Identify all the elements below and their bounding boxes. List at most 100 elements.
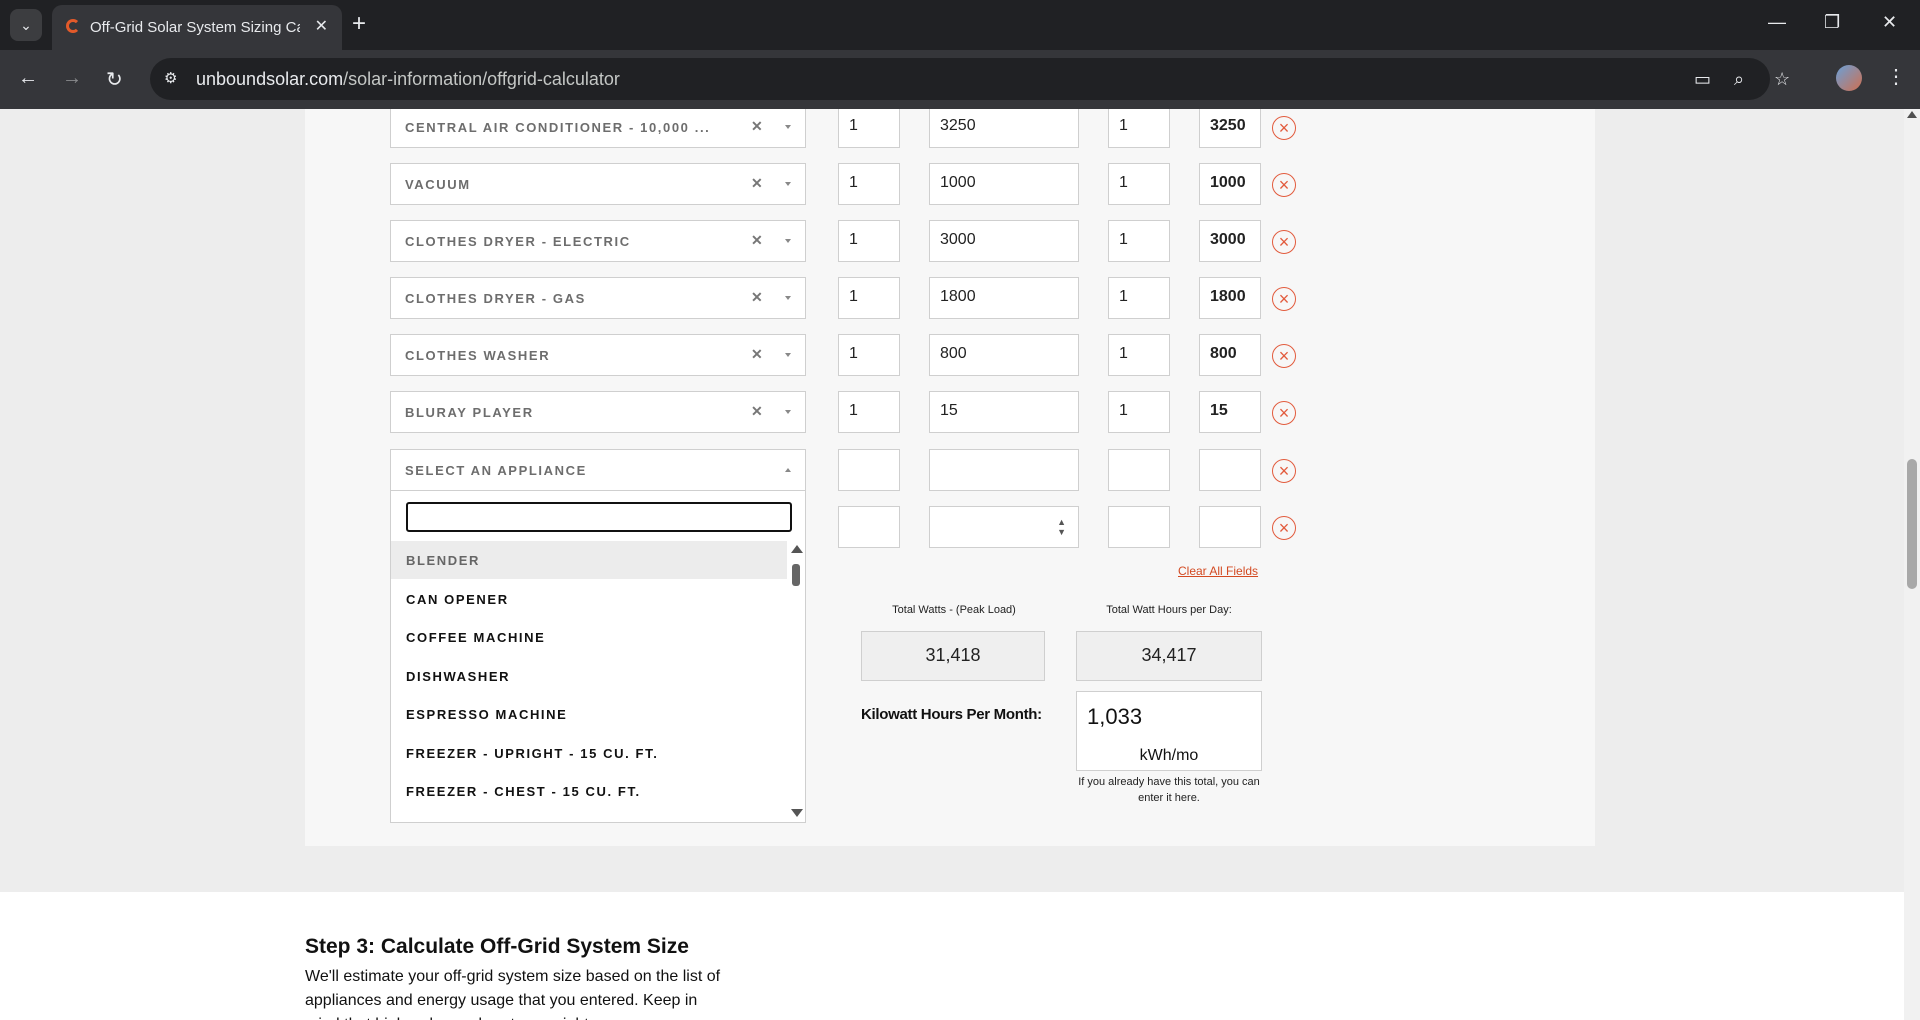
watts-input[interactable]: ▲ ▼ xyxy=(929,506,1079,548)
close-icon[interactable]: ✕ xyxy=(315,16,328,36)
hours-input[interactable]: 1 xyxy=(1108,109,1170,148)
kwh-unit: kWh/mo xyxy=(1139,747,1199,764)
chevron-down-icon xyxy=(785,239,791,243)
watt-hours-input[interactable] xyxy=(1199,506,1261,548)
qty-input[interactable]: 1 xyxy=(838,334,900,376)
remove-row-icon[interactable]: × xyxy=(1272,459,1296,483)
watts-input[interactable] xyxy=(929,449,1079,491)
dropdown-option[interactable]: BLENDER xyxy=(391,541,787,579)
watts-input[interactable]: 1800 xyxy=(929,277,1079,319)
page-scrollbar[interactable] xyxy=(1904,109,1920,1020)
daily-watt-hours-label: Total Watt Hours per Day: xyxy=(1106,604,1232,616)
remove-row-icon[interactable]: × xyxy=(1272,344,1296,368)
bookmark-star-icon[interactable]: ☆ xyxy=(1774,69,1790,90)
kwh-per-month-input[interactable]: 1,033 kWh/mo xyxy=(1076,691,1262,771)
site-info-icon[interactable]: ⚙ xyxy=(164,69,184,89)
appliance-select[interactable]: BLURAY PLAYER ✕ xyxy=(390,391,806,433)
dropdown-option[interactable]: FREEZER - CHEST - 15 CU. FT. xyxy=(391,772,787,810)
remove-row-icon[interactable]: × xyxy=(1272,287,1296,311)
appliance-select[interactable]: CLOTHES WASHER ✕ xyxy=(390,334,806,376)
clear-all-fields-link[interactable]: Clear All Fields xyxy=(1178,564,1258,578)
scroll-thumb[interactable] xyxy=(792,564,800,586)
clear-selection-icon[interactable]: ✕ xyxy=(751,403,763,420)
spinner-icon[interactable]: ▲ ▼ xyxy=(1057,517,1066,537)
minimize-icon[interactable]: — xyxy=(1768,12,1786,33)
dropdown-option[interactable]: FREEZER - UPRIGHT - 15 CU. FT. xyxy=(391,734,787,772)
hours-input[interactable] xyxy=(1108,506,1170,548)
dropdown-option[interactable]: CAN OPENER xyxy=(391,580,787,618)
dropdown-option[interactable]: DISHWASHER xyxy=(391,657,787,695)
new-tab-button[interactable]: + xyxy=(352,10,366,38)
qty-input[interactable]: 1 xyxy=(838,109,900,148)
dropdown-search-input[interactable] xyxy=(406,502,792,532)
watt-hours-input[interactable]: 3000 xyxy=(1199,220,1261,262)
hours-input[interactable]: 1 xyxy=(1108,277,1170,319)
clear-selection-icon[interactable]: ✕ xyxy=(751,232,763,249)
active-tab[interactable]: Off-Grid Solar System Sizing Calculator … xyxy=(52,5,342,50)
watts-input[interactable]: 800 xyxy=(929,334,1079,376)
site-favicon-icon xyxy=(66,19,80,33)
page-scroll-thumb[interactable] xyxy=(1907,459,1917,589)
tab-search-button[interactable]: ⌄ xyxy=(10,9,42,41)
remove-row-icon[interactable]: × xyxy=(1272,230,1296,254)
select-placeholder: SELECT AN APPLIANCE xyxy=(405,463,587,478)
watts-input[interactable]: 1000 xyxy=(929,163,1079,205)
clear-selection-icon[interactable]: ✕ xyxy=(751,289,763,306)
appliance-select[interactable]: CENTRAL AIR CONDITIONER - 10,000 ... ✕ xyxy=(390,109,806,148)
scroll-down-icon[interactable] xyxy=(791,809,803,817)
qty-input[interactable]: 1 xyxy=(838,163,900,205)
remove-row-icon[interactable]: × xyxy=(1272,173,1296,197)
qty-input[interactable]: 1 xyxy=(838,220,900,262)
hours-input[interactable]: 1 xyxy=(1108,334,1170,376)
remove-row-icon[interactable]: × xyxy=(1272,401,1296,425)
qty-input[interactable]: 1 xyxy=(838,277,900,319)
scroll-up-icon[interactable] xyxy=(1907,111,1917,118)
cast-blocked-icon[interactable]: ▭ xyxy=(1694,69,1711,90)
appliance-select-open[interactable]: SELECT AN APPLIANCE xyxy=(390,449,806,491)
watt-hours-input[interactable]: 3250 xyxy=(1199,109,1261,148)
qty-input[interactable] xyxy=(838,506,900,548)
zoom-icon[interactable]: ⌕ xyxy=(1734,69,1744,90)
hours-input[interactable]: 1 xyxy=(1108,220,1170,262)
back-icon[interactable]: ← xyxy=(18,67,38,90)
appliance-name: CLOTHES WASHER xyxy=(405,348,551,363)
window-close-icon[interactable]: ✕ xyxy=(1882,12,1897,33)
scroll-up-icon[interactable] xyxy=(791,545,803,553)
watt-hours-input[interactable]: 1800 xyxy=(1199,277,1261,319)
menu-icon[interactable]: ⋮ xyxy=(1886,64,1906,89)
clear-selection-icon[interactable]: ✕ xyxy=(751,118,763,135)
chevron-up-icon xyxy=(785,468,791,472)
clear-selection-icon[interactable]: ✕ xyxy=(751,175,763,192)
hours-input[interactable] xyxy=(1108,449,1170,491)
profile-avatar[interactable] xyxy=(1836,65,1862,91)
kwh-per-month-label: Kilowatt Hours Per Month: xyxy=(861,706,1042,723)
dropdown-scrollbar[interactable] xyxy=(787,545,805,819)
dropdown-option[interactable]: COFFEE MACHINE xyxy=(391,618,787,656)
dropdown-option[interactable]: ESPRESSO MACHINE xyxy=(391,695,787,733)
address-bar[interactable]: ⚙ unboundsolar.com/solar-information/off… xyxy=(150,58,1790,100)
hours-input[interactable]: 1 xyxy=(1108,163,1170,205)
watt-hours-input[interactable] xyxy=(1199,449,1261,491)
clear-selection-icon[interactable]: ✕ xyxy=(751,346,763,363)
watts-input[interactable]: 3000 xyxy=(929,220,1079,262)
browser-toolbar: ← → ↻ ⚙ unboundsolar.com/solar-informati… xyxy=(0,50,1920,109)
qty-input[interactable] xyxy=(838,449,900,491)
step3-section xyxy=(0,892,1904,1020)
watt-hours-input[interactable]: 1000 xyxy=(1199,163,1261,205)
watts-input[interactable]: 15 xyxy=(929,391,1079,433)
url-text: unboundsolar.com/solar-information/offgr… xyxy=(196,69,620,89)
watts-input[interactable]: 3250 xyxy=(929,109,1079,148)
appliance-select[interactable]: CLOTHES DRYER - ELECTRIC ✕ xyxy=(390,220,806,262)
appliance-select[interactable]: VACUUM ✕ xyxy=(390,163,806,205)
forward-icon[interactable]: → xyxy=(62,67,82,90)
tab-strip: ⌄ Off-Grid Solar System Sizing Calculato… xyxy=(0,0,1920,50)
hours-input[interactable]: 1 xyxy=(1108,391,1170,433)
reload-icon[interactable]: ↻ xyxy=(106,67,123,92)
restore-icon[interactable]: ❐ xyxy=(1824,12,1840,33)
watt-hours-input[interactable]: 15 xyxy=(1199,391,1261,433)
appliance-select[interactable]: CLOTHES DRYER - GAS ✕ xyxy=(390,277,806,319)
qty-input[interactable]: 1 xyxy=(838,391,900,433)
remove-row-icon[interactable]: × xyxy=(1272,516,1296,540)
watt-hours-input[interactable]: 800 xyxy=(1199,334,1261,376)
remove-row-icon[interactable]: × xyxy=(1272,116,1296,140)
